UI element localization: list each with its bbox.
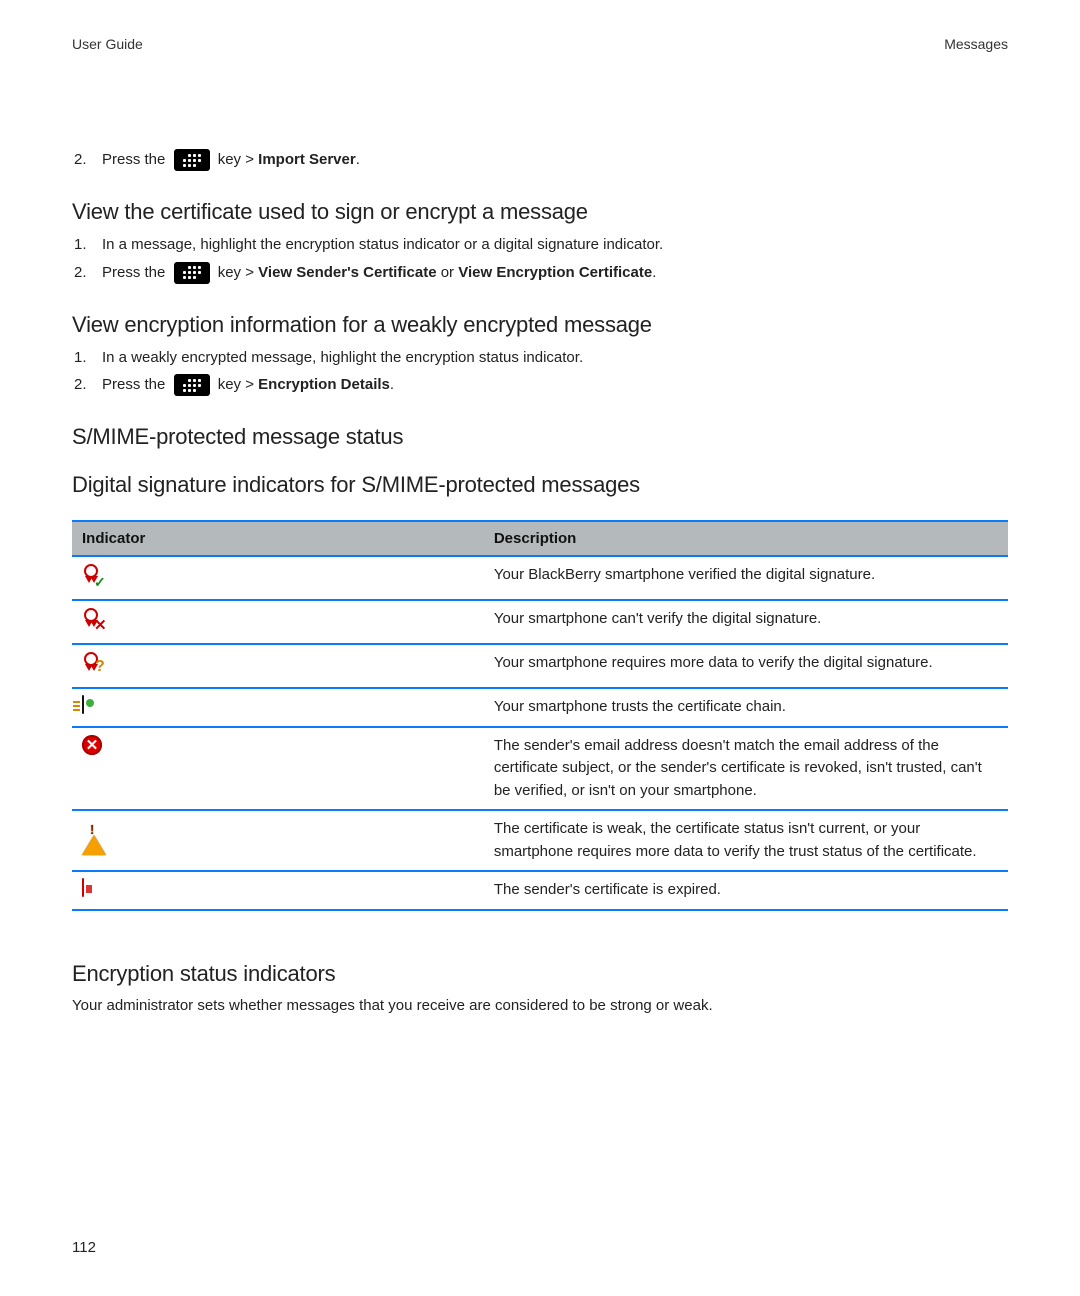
table-row: The sender's certificate is expired.: [72, 871, 1008, 910]
document-page: User Guide Messages 2. Press the key > I…: [0, 0, 1080, 1296]
step-text: Press the key > Import Server.: [102, 148, 1008, 171]
section2-steps: 1. In a weakly encrypted message, highli…: [72, 346, 1008, 397]
section-heading: S/MIME-protected message status: [72, 424, 1008, 450]
indicator-cell: [72, 871, 484, 910]
step-number: 2.: [72, 373, 102, 396]
description-cell: The sender's email address doesn't match…: [484, 727, 1008, 811]
blackberry-key-icon: [174, 374, 210, 396]
intro-step-list: 2. Press the key > Import Server.: [72, 148, 1008, 171]
step-number: 1.: [72, 233, 102, 256]
step-text: Press the key > View Sender's Certificat…: [102, 261, 1008, 284]
col-indicator: Indicator: [72, 521, 484, 556]
step-number: 1.: [72, 346, 102, 369]
header-right: Messages: [944, 36, 1008, 52]
table-row: ✓ Your BlackBerry smartphone verified th…: [72, 556, 1008, 600]
cert-chain-trusted-icon: [82, 695, 84, 714]
section1-steps: 1. In a message, highlight the encryptio…: [72, 233, 1008, 284]
step-number: 2.: [72, 148, 102, 171]
indicator-cell: [72, 688, 484, 727]
step-text: In a weakly encrypted message, highlight…: [102, 346, 1008, 369]
body-paragraph: Your administrator sets whether messages…: [72, 995, 1008, 1018]
cert-expired-icon: [82, 878, 84, 897]
header-left: User Guide: [72, 36, 143, 52]
page-number: 112: [72, 1239, 96, 1256]
table-row: ? Your smartphone requires more data to …: [72, 644, 1008, 688]
page-header: User Guide Messages: [72, 36, 1008, 52]
table-header: Indicator Description: [72, 521, 1008, 556]
blackberry-key-icon: [174, 149, 210, 171]
indicator-cell: ?: [72, 644, 484, 688]
indicator-cell: ✓: [72, 556, 484, 600]
description-cell: Your smartphone requires more data to ve…: [484, 644, 1008, 688]
indicator-cell: ✕: [72, 600, 484, 644]
section-heading: View the certificate used to sign or enc…: [72, 199, 1008, 225]
indicator-cell: ✕: [72, 727, 484, 811]
list-step: 2. Press the key > Encryption Details.: [72, 373, 1008, 396]
step-text: In a message, highlight the encryption s…: [102, 233, 1008, 256]
section-heading: Digital signature indicators for S/MIME-…: [72, 472, 1008, 498]
cert-error-icon: ✕: [82, 735, 474, 755]
list-step: 2. Press the key > Import Server.: [72, 148, 1008, 171]
signature-verified-icon: ✓: [82, 564, 110, 588]
table-row: ✕ The sender's email address doesn't mat…: [72, 727, 1008, 811]
description-cell: Your smartphone can't verify the digital…: [484, 600, 1008, 644]
indicator-cell: [72, 810, 484, 871]
step-number: 2.: [72, 261, 102, 284]
col-description: Description: [484, 521, 1008, 556]
description-cell: The sender's certificate is expired.: [484, 871, 1008, 910]
section-heading: View encryption information for a weakly…: [72, 312, 1008, 338]
indicator-table: Indicator Description ✓ Your BlackBerry …: [72, 520, 1008, 911]
list-step: 1. In a message, highlight the encryptio…: [72, 233, 1008, 256]
signature-needs-data-icon: ?: [82, 652, 110, 676]
table-row: The certificate is weak, the certificate…: [72, 810, 1008, 871]
signature-unverified-icon: ✕: [82, 608, 110, 632]
cert-warning-icon: [82, 818, 106, 835]
description-cell: Your BlackBerry smartphone verified the …: [484, 556, 1008, 600]
table-row: Your smartphone trusts the certificate c…: [72, 688, 1008, 727]
section-heading: Encryption status indicators: [72, 961, 1008, 987]
description-cell: Your smartphone trusts the certificate c…: [484, 688, 1008, 727]
description-cell: The certificate is weak, the certificate…: [484, 810, 1008, 871]
list-step: 2. Press the key > View Sender's Certifi…: [72, 261, 1008, 284]
table-row: ✕ Your smartphone can't verify the digit…: [72, 600, 1008, 644]
list-step: 1. In a weakly encrypted message, highli…: [72, 346, 1008, 369]
blackberry-key-icon: [174, 262, 210, 284]
step-text: Press the key > Encryption Details.: [102, 373, 1008, 396]
